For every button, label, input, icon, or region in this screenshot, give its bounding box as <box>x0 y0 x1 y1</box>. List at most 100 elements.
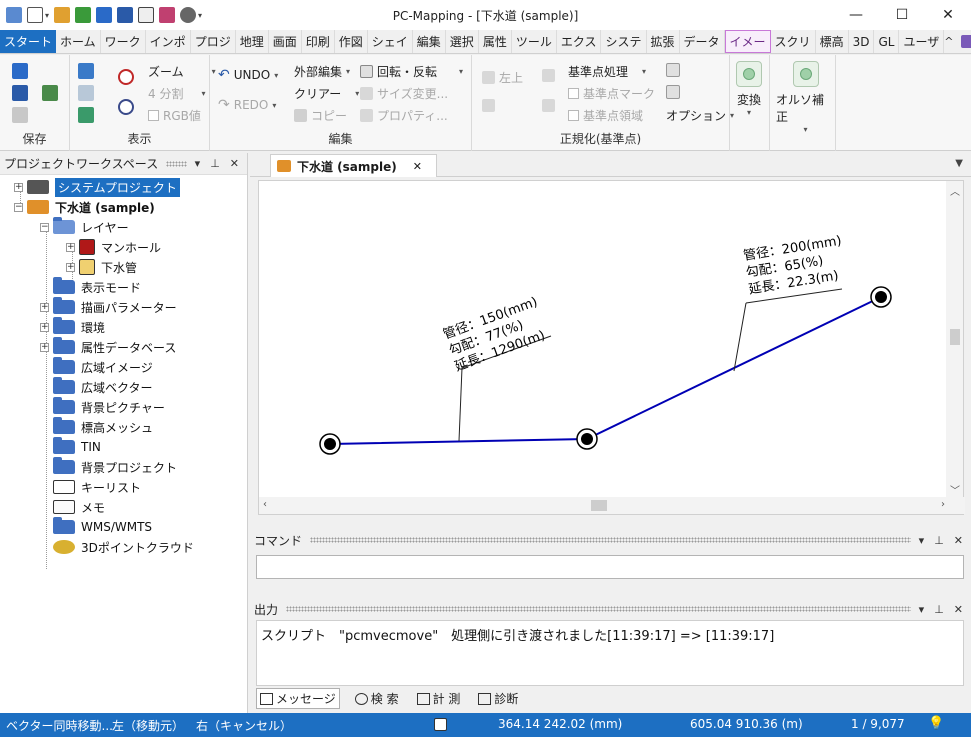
tree-node-project[interactable]: − 下水道 (sample) <box>14 197 155 217</box>
tree-node-draw-params[interactable]: + 描画パラメーター <box>40 297 177 317</box>
save-all-icon[interactable] <box>117 7 134 23</box>
help-icon[interactable] <box>961 35 971 48</box>
ribbon-tab-1[interactable]: ホーム <box>56 30 101 53</box>
tree-node-wide-image[interactable]: 広域イメージ <box>53 357 153 377</box>
collapse-icon[interactable]: − <box>14 202 23 212</box>
tree-node-bg-project[interactable]: 背景プロジェクト <box>53 457 177 477</box>
minimize-button[interactable]: — <box>833 0 879 30</box>
tree-node-bg-picture[interactable]: 背景ピクチャー <box>53 397 165 417</box>
tree-node-manhole[interactable]: + マンホール <box>66 237 161 257</box>
save-stack-icon[interactable] <box>12 85 28 101</box>
ribbon-tab-22[interactable]: GL <box>874 30 900 53</box>
output-log[interactable]: スクリプト "pcmvecmove" 処理側に引き渡されました[11:39:17… <box>256 620 964 686</box>
pane-close-icon[interactable]: ✕ <box>230 157 239 170</box>
map-horizontal-scrollbar[interactable]: ‹ › <box>259 497 965 514</box>
ribbon-tab-8[interactable]: 作図 <box>335 30 368 53</box>
ribbon-tab-15[interactable]: システ <box>601 30 647 53</box>
ribbon-tab-10[interactable]: 編集 <box>413 30 446 53</box>
expand-icon[interactable]: + <box>40 302 49 312</box>
expand-icon[interactable]: + <box>40 322 49 332</box>
scroll-up-icon[interactable]: ︿ <box>950 183 960 198</box>
manhole-point[interactable] <box>319 433 341 455</box>
option-top-icon[interactable] <box>666 63 680 77</box>
ribbon-tab-3[interactable]: インポ <box>146 30 191 53</box>
pane-grip[interactable] <box>166 160 187 167</box>
ribbon-tab-13[interactable]: ツール <box>512 30 557 53</box>
map-canvas[interactable]: 管径：150(mm) 勾配：77(%) 延長：1290(m) 管径：200(mm… <box>258 180 965 515</box>
excel-icon[interactable] <box>75 7 92 23</box>
rotate-flip-dropdown[interactable]: 回転・反転 ▾ <box>360 63 463 80</box>
tab-measure[interactable]: 計 測 <box>414 688 464 709</box>
scroll-right-icon[interactable]: › <box>941 499 945 510</box>
lightbulb-icon[interactable]: 💡 <box>928 716 944 731</box>
open-folder-icon[interactable] <box>54 7 71 23</box>
collapse-icon[interactable]: − <box>40 222 49 232</box>
download-icon[interactable] <box>96 7 113 23</box>
ribbon-tab-4[interactable]: プロジ <box>191 30 236 53</box>
pane-pin-icon[interactable]: ⊥ <box>934 603 944 616</box>
tree-node-wms[interactable]: WMS/WMTS <box>53 517 152 537</box>
pane-menu-icon[interactable]: ▾ <box>919 534 925 547</box>
ortho-button[interactable]: オルソ補正 ▾ <box>776 61 835 134</box>
ribbon-tab-9[interactable]: シェイ <box>368 30 413 53</box>
document-list-icon[interactable]: ▼ <box>955 158 963 169</box>
ribbon-tab-19[interactable]: スクリ <box>771 30 816 53</box>
maximize-button[interactable]: ☐ <box>879 0 925 30</box>
close-button[interactable]: ✕ <box>925 0 971 30</box>
ribbon-tab-7[interactable]: 印刷 <box>302 30 335 53</box>
external-edit-dropdown[interactable]: 外部編集 ▾ <box>294 63 350 80</box>
base-point-process-dropdown[interactable]: 基準点処理 ▾ <box>568 63 646 80</box>
tree-node-wide-vector[interactable]: 広域ベクター <box>53 377 153 397</box>
tree-node-environment[interactable]: + 環境 <box>40 317 105 337</box>
pane-pin-icon[interactable]: ⊥ <box>934 534 944 547</box>
pane-menu-icon[interactable]: ▾ <box>195 157 201 170</box>
tree-node-display-mode[interactable]: 表示モード <box>53 277 141 297</box>
zoom-dropdown[interactable]: ズーム ▾ <box>148 63 216 80</box>
tree-node-elevation-mesh[interactable]: 標高メッシュ <box>53 417 153 437</box>
archive-icon[interactable] <box>42 85 58 101</box>
tab-diagnose[interactable]: 診断 <box>475 688 521 709</box>
pane-close-icon[interactable]: ✕ <box>954 534 963 547</box>
pane-grip[interactable] <box>286 606 911 612</box>
scroll-down-icon[interactable]: ﹀ <box>950 482 960 497</box>
option-mid-icon[interactable] <box>666 85 680 99</box>
sewer-pipe-line[interactable] <box>329 296 882 445</box>
scroll-thumb[interactable] <box>950 329 960 345</box>
ribbon-tab-12[interactable]: 属性 <box>479 30 512 53</box>
tree-node-key-list[interactable]: キーリスト <box>53 477 141 497</box>
ribbon-tab-17[interactable]: データ <box>680 30 725 53</box>
manhole-point[interactable] <box>576 428 598 450</box>
tree-node-sewer-pipe[interactable]: + 下水管 <box>66 257 137 277</box>
pane-close-icon[interactable]: ✕ <box>954 603 963 616</box>
scroll-thumb[interactable] <box>591 500 607 511</box>
pane-grip[interactable] <box>310 537 911 543</box>
ribbon-tab-11[interactable]: 選択 <box>446 30 479 53</box>
ribbon-tab-23[interactable]: ユーザ <box>899 30 945 53</box>
ribbon-tab-21[interactable]: 3D <box>849 30 875 53</box>
customize-qat-icon[interactable]: ▾ <box>198 11 202 20</box>
tab-message[interactable]: メッセージ <box>256 688 340 709</box>
tab-search[interactable]: 検 索 <box>352 688 402 709</box>
map-vertical-scrollbar[interactable]: ︿ ﹀ <box>946 181 963 499</box>
manhole-point[interactable] <box>870 286 892 308</box>
tree-node-system-project[interactable]: + システムプロジェクト <box>14 177 180 197</box>
map-drawing[interactable]: 管径：150(mm) 勾配：77(%) 延長：1290(m) 管径：200(mm… <box>259 181 948 499</box>
scroll-left-icon[interactable]: ‹ <box>263 499 267 510</box>
ribbon-tab-14[interactable]: エクス <box>557 30 602 53</box>
option-dropdown[interactable]: オプション ▾ <box>666 107 734 124</box>
document-tab-sewer[interactable]: 下水道 (sample) ✕ <box>270 154 437 177</box>
undo-button[interactable]: ↶ UNDO ▾ <box>218 67 278 83</box>
document-tab-close-icon[interactable]: ✕ <box>413 160 422 173</box>
fit-view-icon[interactable] <box>78 63 94 79</box>
clear-dropdown[interactable]: クリアー ▾ <box>294 85 359 102</box>
print-icon[interactable] <box>159 7 176 23</box>
ribbon-tab-6[interactable]: 画面 <box>269 30 302 53</box>
zoom-in-icon[interactable] <box>118 69 134 85</box>
new-dropdown-icon[interactable]: ▾ <box>45 11 49 20</box>
expand-icon[interactable]: + <box>40 342 49 352</box>
convert-button[interactable]: 変換 ▾ <box>736 61 762 117</box>
ribbon-tab-5[interactable]: 地理 <box>236 30 269 53</box>
monitor-icon[interactable] <box>78 107 94 123</box>
pane-menu-icon[interactable]: ▾ <box>919 603 925 616</box>
save-down-icon[interactable] <box>12 63 28 79</box>
